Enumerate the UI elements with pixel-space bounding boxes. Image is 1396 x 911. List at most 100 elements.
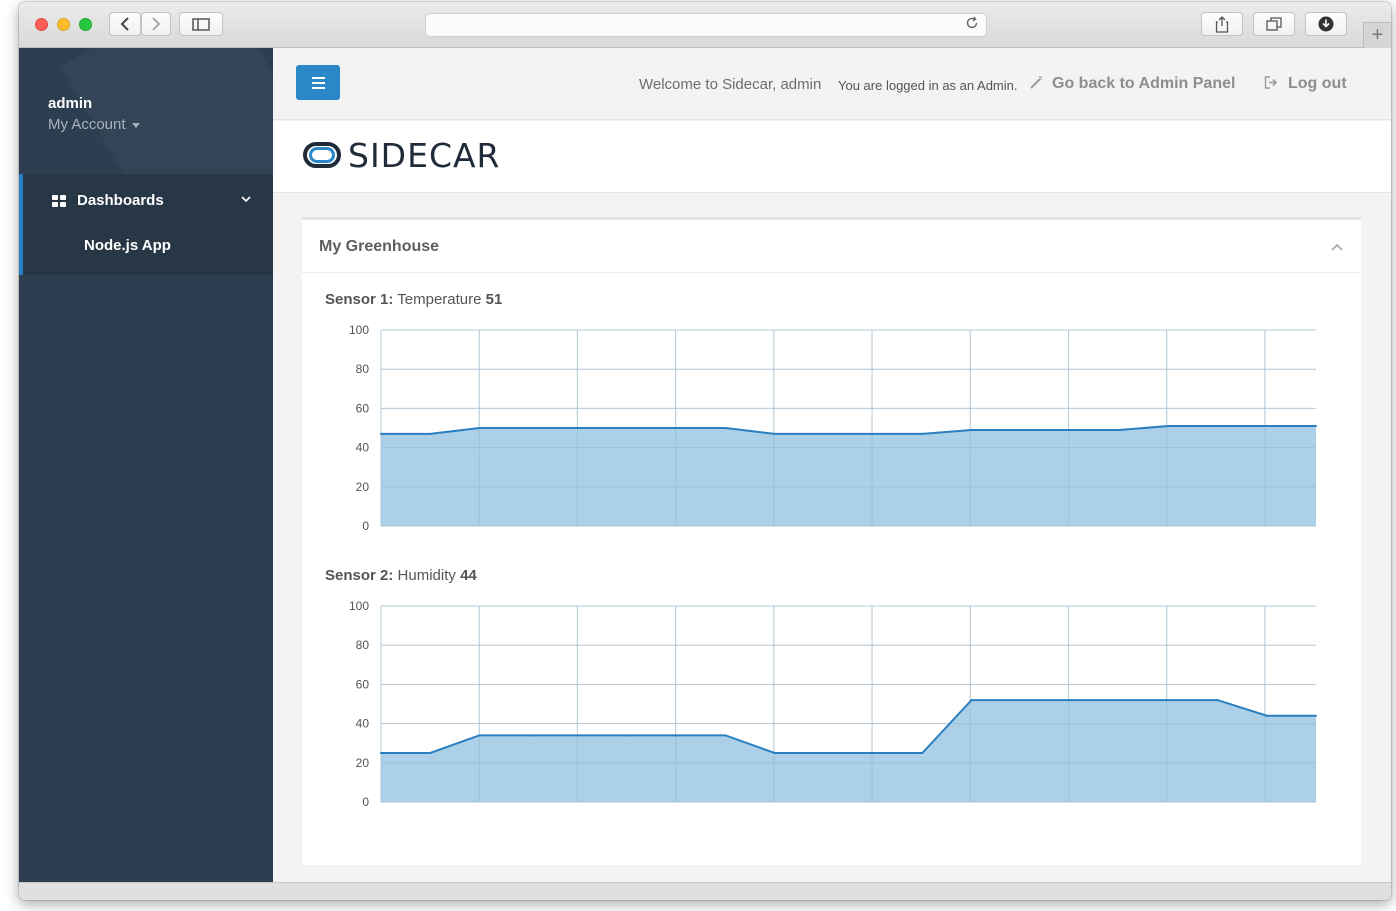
back-button[interactable] bbox=[109, 12, 141, 36]
data-point bbox=[429, 432, 432, 435]
share-button[interactable] bbox=[1201, 12, 1243, 36]
share-icon bbox=[1215, 15, 1229, 33]
logout-link[interactable]: Log out bbox=[1264, 75, 1347, 93]
y-tick-label: 80 bbox=[356, 362, 370, 376]
data-point bbox=[773, 432, 776, 435]
plus-icon: + bbox=[1371, 24, 1384, 46]
sensor-1-chart: 100 80 60 40 20 0 bbox=[302, 322, 1361, 562]
data-point bbox=[626, 427, 629, 429]
sensor-2-chart-svg: 100 80 60 40 20 0 bbox=[349, 599, 1317, 809]
data-point bbox=[675, 427, 678, 429]
data-point bbox=[1167, 425, 1170, 428]
logged-in-text: You are logged in as an Admin. bbox=[838, 78, 1018, 93]
dashboard-grid-icon bbox=[52, 194, 66, 207]
data-point bbox=[1019, 699, 1022, 702]
admin-panel-label: Go back to Admin Panel bbox=[1052, 75, 1236, 92]
sensor-2-value: 44 bbox=[460, 567, 477, 584]
top-navbar: Welcome to Sidecar, admin You are logged… bbox=[273, 48, 1391, 120]
panel-title: My Greenhouse bbox=[319, 238, 440, 255]
sidebar-toggle-button[interactable] bbox=[179, 12, 223, 36]
sensor-1-prefix: Sensor 1: bbox=[325, 291, 394, 308]
profile-name: admin bbox=[48, 95, 93, 112]
logout-label: Log out bbox=[1288, 75, 1347, 92]
show-tabs-button[interactable] bbox=[1253, 12, 1295, 36]
data-point bbox=[822, 752, 825, 754]
data-point bbox=[527, 427, 530, 429]
y-tick-label: 60 bbox=[356, 401, 370, 415]
menu-toggle-button[interactable] bbox=[296, 65, 340, 100]
y-tick-label: 80 bbox=[356, 638, 370, 652]
close-window-button[interactable] bbox=[35, 18, 48, 31]
sensor-2-chart: 100 80 60 40 20 0 bbox=[302, 598, 1361, 838]
sensor-1-value: 51 bbox=[485, 291, 503, 308]
data-point bbox=[478, 427, 481, 429]
back-icon bbox=[120, 17, 129, 31]
data-point bbox=[970, 699, 973, 702]
chevron-up-icon[interactable] bbox=[1331, 238, 1343, 254]
address-bar[interactable] bbox=[425, 13, 987, 37]
y-tick-label: 0 bbox=[362, 519, 369, 533]
data-point bbox=[1216, 699, 1219, 702]
data-point bbox=[822, 432, 825, 435]
data-point bbox=[1068, 428, 1071, 431]
data-point bbox=[1315, 714, 1317, 717]
data-point bbox=[429, 752, 432, 754]
sensor-1-chart-svg: 100 80 60 40 20 0 bbox=[349, 323, 1317, 533]
data-point bbox=[1019, 428, 1022, 431]
data-point bbox=[1216, 425, 1219, 428]
panel-header: My Greenhouse bbox=[302, 220, 1361, 273]
sidebar-icon bbox=[192, 17, 210, 31]
sensor-1-label: Sensor 1: Temperature 51 bbox=[325, 291, 502, 308]
hamburger-icon bbox=[311, 76, 325, 79]
y-tick-label: 60 bbox=[356, 677, 370, 691]
y-tick-label: 20 bbox=[356, 480, 370, 494]
y-tick-label: 40 bbox=[356, 717, 370, 731]
sidebar: admin My Account Dashboards Node.js App bbox=[19, 48, 273, 882]
reload-icon[interactable] bbox=[965, 16, 979, 34]
my-account-dropdown[interactable]: My Account bbox=[48, 116, 140, 133]
sidecar-logo-text: SIDECAR bbox=[348, 136, 501, 175]
downloads-button[interactable] bbox=[1305, 12, 1347, 36]
y-tick-label: 100 bbox=[349, 323, 369, 337]
data-point bbox=[626, 734, 629, 737]
series-area-fill bbox=[381, 700, 1316, 802]
new-tab-button[interactable]: + bbox=[1363, 22, 1391, 48]
y-tick-label: 0 bbox=[362, 795, 369, 809]
caret-down-icon bbox=[131, 122, 140, 128]
data-point bbox=[724, 427, 727, 429]
forward-button[interactable] bbox=[141, 12, 171, 36]
downloads-icon bbox=[1318, 16, 1334, 32]
magic-wand-icon bbox=[1029, 75, 1044, 93]
y-tick-label: 20 bbox=[356, 756, 370, 770]
admin-panel-link[interactable]: Go back to Admin Panel bbox=[1029, 75, 1235, 93]
data-point bbox=[1167, 699, 1170, 702]
data-point bbox=[1315, 425, 1317, 428]
zoom-window-button[interactable] bbox=[79, 18, 92, 31]
sidebar-nav-dashboards-group: Dashboards Node.js App bbox=[19, 174, 273, 275]
main-content: Welcome to Sidecar, admin You are logged… bbox=[273, 48, 1391, 882]
data-point bbox=[872, 752, 875, 754]
greenhouse-panel: My Greenhouse Sensor 1: Temperature 51 1… bbox=[302, 217, 1361, 865]
data-point bbox=[921, 432, 924, 435]
brand-header: SIDECAR bbox=[273, 121, 1391, 193]
tabs-icon bbox=[1266, 17, 1282, 31]
sensor-2-label: Sensor 2: Humidity 44 bbox=[325, 567, 477, 584]
y-tick-label: 40 bbox=[356, 441, 370, 455]
minimize-window-button[interactable] bbox=[57, 18, 70, 31]
sidebar-item-dashboards-label: Dashboards bbox=[77, 192, 164, 209]
my-account-label: My Account bbox=[48, 116, 126, 133]
data-point bbox=[675, 734, 678, 737]
data-point bbox=[380, 432, 382, 435]
data-point bbox=[1118, 428, 1121, 431]
data-point bbox=[970, 428, 973, 431]
sidebar-item-nodejs-app[interactable]: Node.js App bbox=[84, 237, 171, 254]
data-point bbox=[1265, 425, 1268, 428]
forward-icon bbox=[152, 17, 161, 31]
data-point bbox=[773, 752, 776, 754]
data-point bbox=[1118, 699, 1121, 702]
browser-window: + admin My Account Dashboards Node.js Ap… bbox=[19, 2, 1391, 900]
sensor-1-name: Temperature bbox=[397, 291, 482, 308]
sidebar-item-dashboards[interactable]: Dashboards bbox=[52, 192, 164, 209]
browser-toolbar: + bbox=[19, 2, 1391, 48]
chevron-down-icon[interactable] bbox=[241, 192, 251, 206]
